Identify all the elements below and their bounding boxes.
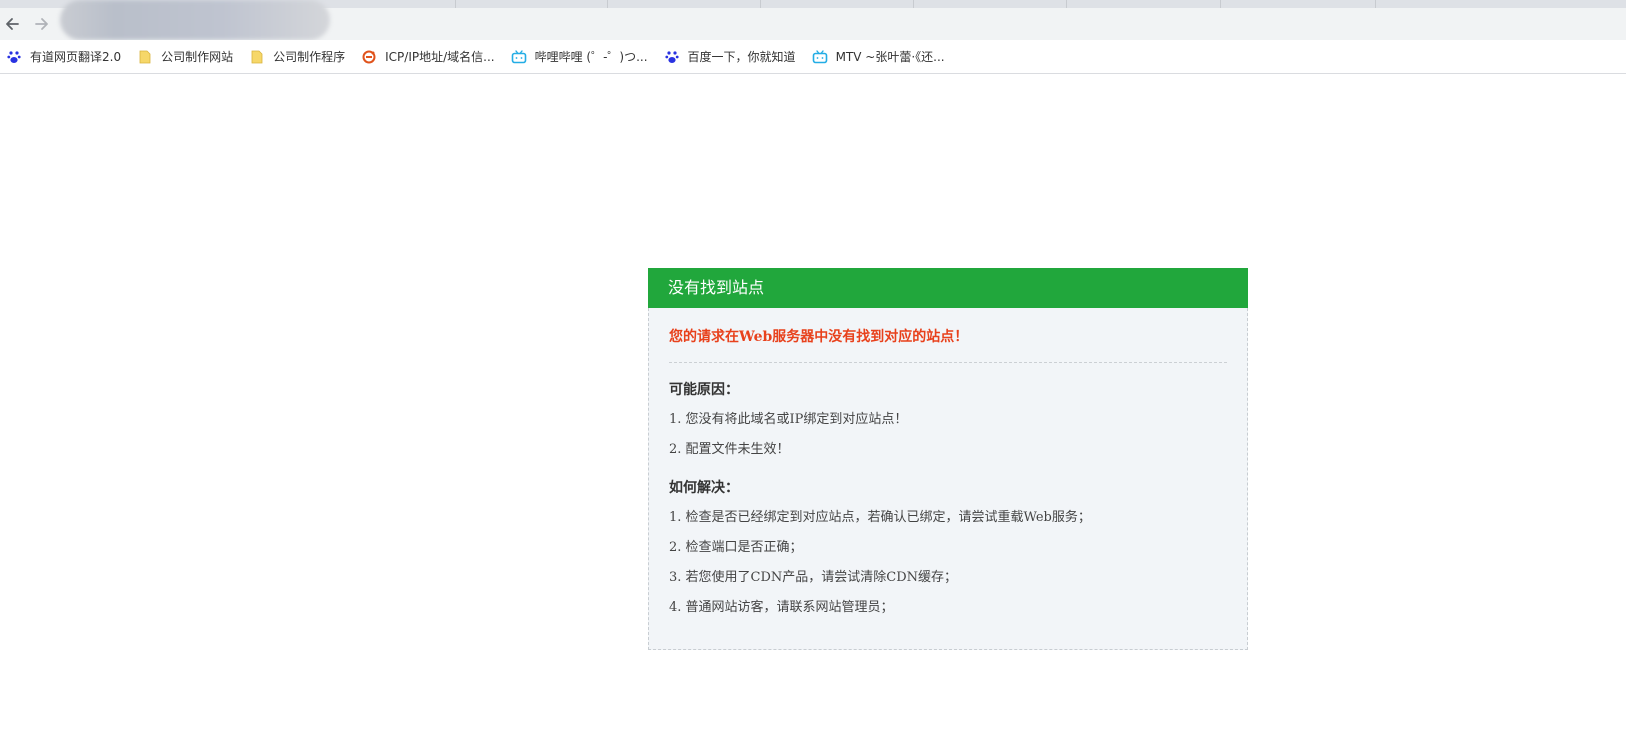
solution-item: 3. 若您使用了CDN产品，请尝试清除CDN缓存； (669, 570, 958, 585)
bookmark-label: 公司制作网站 (161, 50, 234, 64)
error-headline: 您的请求在Web服务器中没有找到对应的站点！ (669, 329, 969, 345)
bookmark-icp[interactable]: ICP/IP地址/域名信... (357, 44, 500, 70)
bookmark-company-site[interactable]: 公司制作网站 (133, 44, 239, 70)
browser-toolbar (0, 0, 1626, 40)
arrow-right-icon (35, 18, 48, 30)
solution-item: 4. 普通网站访客，请联系网站管理员； (669, 600, 894, 615)
bilibili-tv-icon (812, 49, 828, 65)
site-not-found-card: 没有找到站点 您的请求在Web服务器中没有找到对应的站点！ 可能原因： 1. 您… (648, 268, 1248, 650)
card-body: 您的请求在Web服务器中没有找到对应的站点！ 可能原因： 1. 您没有将此域名或… (648, 308, 1248, 650)
bookmarks-bar: 有道网页翻译2.0 公司制作网站 公司制作程序 ICP/IP地址/域名信... … (0, 40, 1626, 74)
bookmark-label: 哔哩哔哩 (゜-゜)つ... (534, 50, 648, 64)
address-input[interactable] (125, 8, 285, 32)
back-button[interactable] (0, 12, 24, 36)
bilibili-tv-icon (511, 49, 527, 65)
folder-icon (137, 49, 153, 65)
solution-item: 1. 检查是否已经绑定到对应站点，若确认已绑定，请尝试重载Web服务； (669, 510, 1091, 525)
bookmark-company-program[interactable]: 公司制作程序 (245, 44, 351, 70)
baidu-paw-icon (664, 49, 680, 65)
divider (669, 362, 1227, 363)
tab-divider (760, 0, 761, 8)
card-header-title: 没有找到站点 (648, 268, 1248, 308)
bookmark-mtv[interactable]: MTV ~张叶蕾·《还... (808, 44, 951, 70)
reasons-title: 可能原因： (669, 382, 739, 398)
bookmark-bilibili[interactable]: 哔哩哔哩 (゜-゜)つ... (507, 44, 654, 70)
tab-divider (1220, 0, 1221, 8)
solution-item: 2. 检查端口是否正确； (669, 540, 803, 555)
forward-button[interactable] (30, 12, 54, 36)
folder-icon (249, 49, 265, 65)
tab-divider (607, 0, 608, 8)
bookmark-label: 有道网页翻译2.0 (30, 50, 122, 64)
bookmark-baidu[interactable]: 百度一下，你就知道 (660, 44, 802, 70)
bookmark-label: MTV ~张叶蕾·《还... (835, 50, 945, 64)
bookmark-label: 百度一下，你就知道 (687, 50, 796, 64)
site-logo-icon (361, 49, 377, 65)
solutions-title: 如何解决： (669, 480, 739, 496)
tab-divider (913, 0, 914, 8)
tab-divider (1375, 0, 1376, 8)
arrow-left-icon (6, 18, 19, 30)
bookmark-youdao[interactable]: 有道网页翻译2.0 (2, 44, 127, 70)
reason-item: 1. 您没有将此域名或IP绑定到对应站点！ (669, 412, 908, 427)
bookmark-label: 公司制作程序 (273, 50, 346, 64)
baidu-paw-icon (6, 49, 22, 65)
bookmark-label: ICP/IP地址/域名信... (385, 50, 495, 64)
tab-divider (455, 0, 456, 8)
tab-divider (1066, 0, 1067, 8)
reason-item: 2. 配置文件未生效！ (669, 442, 790, 457)
